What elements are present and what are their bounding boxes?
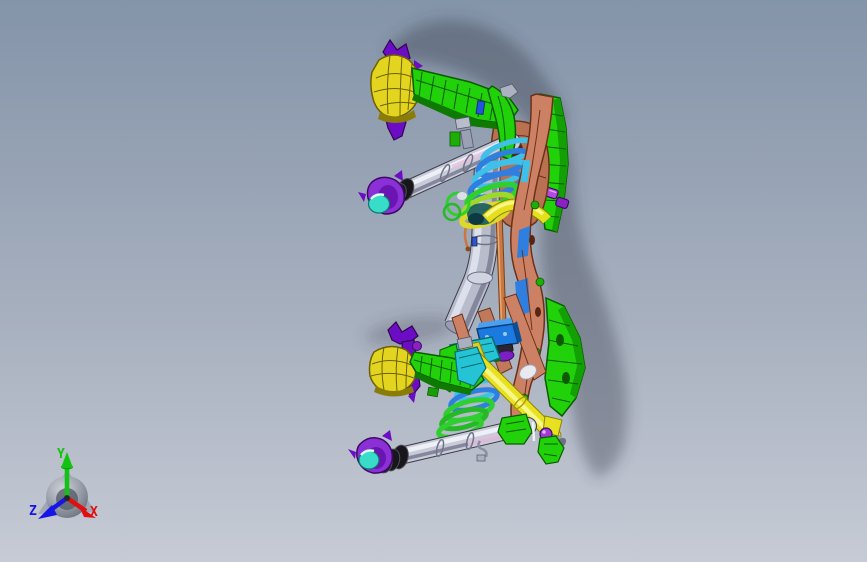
- cad-viewport[interactable]: Y Z X: [0, 0, 867, 562]
- model-canvas[interactable]: Y Z X: [0, 0, 867, 562]
- bushing-cup-lower[interactable]: [368, 345, 417, 397]
- axis-y-label: Y: [57, 447, 65, 462]
- orientation-triad: Y Z X: [29, 447, 98, 520]
- bushing-cup-upper[interactable]: [370, 54, 422, 124]
- cv-cap-lower[interactable]: [358, 449, 380, 470]
- axis-x-label: X: [90, 505, 98, 520]
- axis-z-label: Z: [29, 504, 37, 519]
- cv-cap-upper[interactable]: [367, 193, 391, 214]
